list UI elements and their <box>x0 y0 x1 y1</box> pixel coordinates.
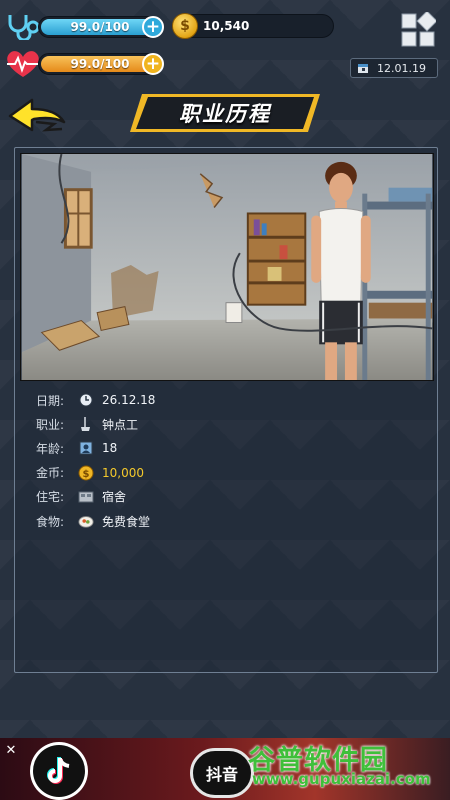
date-row: 日期: 26.12.18 <box>36 388 155 412</box>
tiktok-note-icon <box>33 745 85 797</box>
ad-close-button[interactable]: ✕ <box>4 744 18 758</box>
money-row: 金币: $ 10,000 <box>36 461 155 485</box>
ad-app-name-pill[interactable]: 抖音 <box>190 748 254 798</box>
food-bowl-icon <box>78 513 94 529</box>
watermark-url: www.gupuxiazai.com <box>252 770 431 788</box>
coin-balance-bar: 10,540 <box>176 14 334 38</box>
job-label: 职业: <box>36 417 65 432</box>
age-row: 年龄: 18 <box>36 436 155 460</box>
food-value: 免费食堂 <box>102 514 151 529</box>
date-label: 日期: <box>36 393 65 408</box>
coin-balance: 10,540 <box>203 19 250 33</box>
page-title: 职业历程 <box>179 102 271 126</box>
heartbeat-icon <box>7 51 39 77</box>
food-label: 食物: <box>36 514 65 529</box>
home-row: 住宅: 宿舍 <box>36 485 155 509</box>
age-value: 18 <box>102 441 118 456</box>
game-date-chip: 12.01.19 <box>350 58 438 78</box>
id-card-icon <box>78 440 94 456</box>
home-value: 宿舍 <box>102 490 127 505</box>
career-details: 日期: 26.12.18 职业: 钟点工 年龄: 18 金币: $ 10,000… <box>36 388 155 533</box>
dormitory-scene-illustration <box>20 153 434 381</box>
game-date: 12.01.19 <box>377 61 426 75</box>
coin-icon: $ <box>172 13 198 39</box>
date-value: 26.12.18 <box>102 393 156 408</box>
mop-icon <box>78 416 94 432</box>
menu-grid-icon[interactable] <box>400 12 436 48</box>
energy-plus-button[interactable]: + <box>142 53 164 75</box>
clock-icon <box>78 392 94 408</box>
back-arrow-icon[interactable] <box>6 96 68 136</box>
job-value: 钟点工 <box>102 417 139 432</box>
calendar-icon <box>358 64 368 73</box>
job-row: 职业: 钟点工 <box>36 412 155 436</box>
age-label: 年龄: <box>36 441 65 456</box>
health-plus-button[interactable]: + <box>142 16 164 38</box>
food-row: 食物: 免费食堂 <box>36 509 155 533</box>
tiktok-logo[interactable] <box>30 742 88 800</box>
money-value: 10,000 <box>102 465 144 480</box>
money-label: 金币: <box>36 466 65 481</box>
dorm-icon <box>78 489 94 505</box>
coin-small-icon: $ <box>78 465 94 481</box>
home-label: 住宅: <box>36 490 65 505</box>
svg-text:$: $ <box>83 469 90 480</box>
